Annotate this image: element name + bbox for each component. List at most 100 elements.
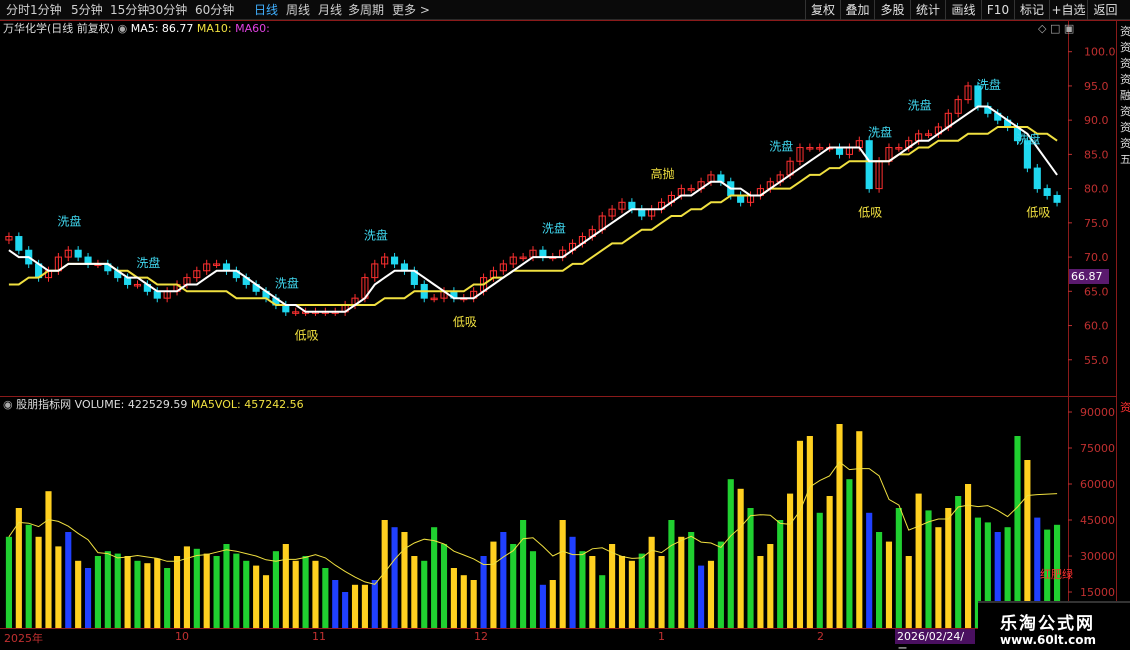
volume-bar-6 (65, 532, 72, 628)
current-price-tag: 66.87 (1069, 269, 1109, 284)
volume-bar-42 (421, 560, 428, 628)
annotation-2: 洗盘 (275, 275, 299, 290)
volume-bar-56 (559, 520, 566, 628)
candle-body-84 (835, 147, 844, 155)
volume-bar-87 (866, 512, 873, 628)
stock-title[interactable]: 万华化学(日线 前复权) (3, 22, 114, 35)
candle-body-7 (74, 249, 82, 258)
volume-bar-67 (668, 520, 675, 628)
volume-bar-86 (856, 431, 863, 628)
date-label-2: 11 (312, 630, 326, 643)
volume-bar-49 (490, 541, 497, 628)
volume-bar-2 (25, 524, 32, 628)
volume-bar-48 (480, 556, 487, 628)
stock-chart-window: 分时 1分钟 5分钟 15分钟 30分钟 60分钟 日线 周线 月线 多周期 更多 > 复权 叠加 多股统… (0, 0, 1130, 650)
diamond-icon[interactable]: ◇ (1038, 22, 1046, 35)
annotation-12: 低吸 (453, 315, 477, 329)
square-icon[interactable]: □ (1050, 22, 1060, 35)
volume-bar-93 (925, 510, 932, 628)
candle-body-105 (1043, 188, 1051, 196)
annotation-14: 低吸 (1026, 205, 1050, 219)
volume-bar-94 (935, 527, 942, 628)
candle-body-72 (717, 174, 725, 183)
vol-tick-label-4: 75000 (1080, 442, 1115, 455)
price-tick-label-2: 65.0 (1084, 285, 1109, 298)
price-tick-label-3: 70.0 (1084, 251, 1109, 264)
volume-bar-8 (84, 568, 92, 628)
annotation-3: 洗盘 (364, 227, 388, 242)
volume-bar-55 (549, 580, 556, 628)
volume-bar-72 (717, 541, 724, 628)
volume-bar-30 (302, 556, 309, 628)
candle-body-39 (391, 256, 399, 265)
candle-body-15 (153, 290, 161, 299)
side-info-bottom: 资 (1120, 401, 1130, 414)
candle-body-22 (222, 263, 231, 272)
volume-bar-45 (450, 568, 457, 628)
volume-bar-21 (213, 556, 220, 628)
volume-bar-60 (599, 575, 606, 628)
volume-bar-76 (757, 556, 764, 628)
candle-body-12 (124, 277, 132, 285)
annotation-10: 洗盘 (1016, 132, 1040, 147)
volume-bar-61 (609, 544, 616, 628)
price-tick-label-7: 90.0 (1084, 114, 1109, 127)
annotation-6: 洗盘 (769, 138, 793, 153)
ma5-line (8, 105, 1058, 313)
volume-bar-82 (816, 512, 823, 628)
volume-bar-66 (658, 556, 665, 628)
volume-bar-57 (569, 536, 576, 628)
volume-label: VOLUME: 422529.59 (74, 398, 188, 411)
volume-bar-54 (539, 584, 546, 628)
volume-bar-92 (915, 493, 922, 628)
main-panel-header: 万华化学(日线 前复权) ◉ MA5: 86.77 MA10: MA60: (3, 22, 270, 36)
volume-bar-63 (628, 560, 635, 628)
volume-bar-10 (104, 551, 111, 628)
volume-bar-64 (638, 553, 645, 628)
watermark-name: 乐淘公式网 (1000, 614, 1095, 634)
volume-bar-32 (322, 568, 329, 628)
volume-bar-41 (411, 556, 418, 628)
candle-body-63 (628, 201, 636, 210)
volume-bar-5 (55, 546, 62, 628)
annotation-13: 低吸 (858, 205, 882, 219)
volume-bar-15 (154, 558, 161, 628)
indicator-title[interactable]: 股朋指标网 (16, 398, 71, 411)
volume-bar-90 (895, 508, 902, 628)
volume-bar-71 (707, 560, 715, 628)
volume-bar-26 (262, 575, 270, 628)
maximize-icon[interactable]: ▣ (1064, 22, 1074, 35)
volume-bar-47 (470, 580, 477, 628)
volume-bar-85 (846, 479, 853, 628)
volume-bar-73 (727, 479, 734, 628)
volume-bar-50 (500, 532, 507, 628)
cursor-date: 2026/02/24/二 (895, 629, 975, 650)
volume-bar-29 (292, 560, 299, 628)
settings-circle-icon[interactable]: ◉ (118, 22, 128, 35)
annotation-0: 洗盘 (57, 214, 81, 229)
volume-bar-95 (945, 508, 952, 628)
date-label-0: 2025年 (4, 632, 43, 645)
annotation-4: 洗盘 (542, 221, 566, 236)
volume-bar-39 (391, 527, 398, 628)
volume-bar-4 (45, 491, 52, 628)
volume-bar-13 (134, 560, 141, 628)
volume-bar-40 (401, 532, 408, 628)
vol-tick-label-3: 60000 (1080, 478, 1115, 491)
candle-body-54 (539, 249, 547, 258)
watermark-logo: 乐淘公式网 www.60lt.com (978, 601, 1130, 650)
chart-canvas[interactable]: 55.0 60.0 65.0 70.0 75.0 80.0 85.0 90.0 95.0 100.… (0, 0, 1130, 650)
annotation-7: 洗盘 (868, 125, 892, 140)
vol-tick-label-0: 15000 (1080, 586, 1115, 599)
volume-bar-80 (796, 440, 804, 628)
volume-bar-83 (826, 496, 833, 628)
vol-tick-label-5: 90000 (1080, 406, 1115, 419)
price-tick-label-5: 80.0 (1084, 183, 1109, 196)
volume-bar-17 (173, 556, 181, 628)
volume-bar-14 (144, 563, 151, 628)
volume-bar-81 (806, 436, 813, 628)
volume-bar-91 (905, 556, 912, 628)
collapse-icon[interactable]: ◉ (3, 398, 13, 411)
ma5-label: MA5: 86.77 (130, 22, 194, 35)
price-tick-label-1: 60.0 (1084, 320, 1109, 333)
